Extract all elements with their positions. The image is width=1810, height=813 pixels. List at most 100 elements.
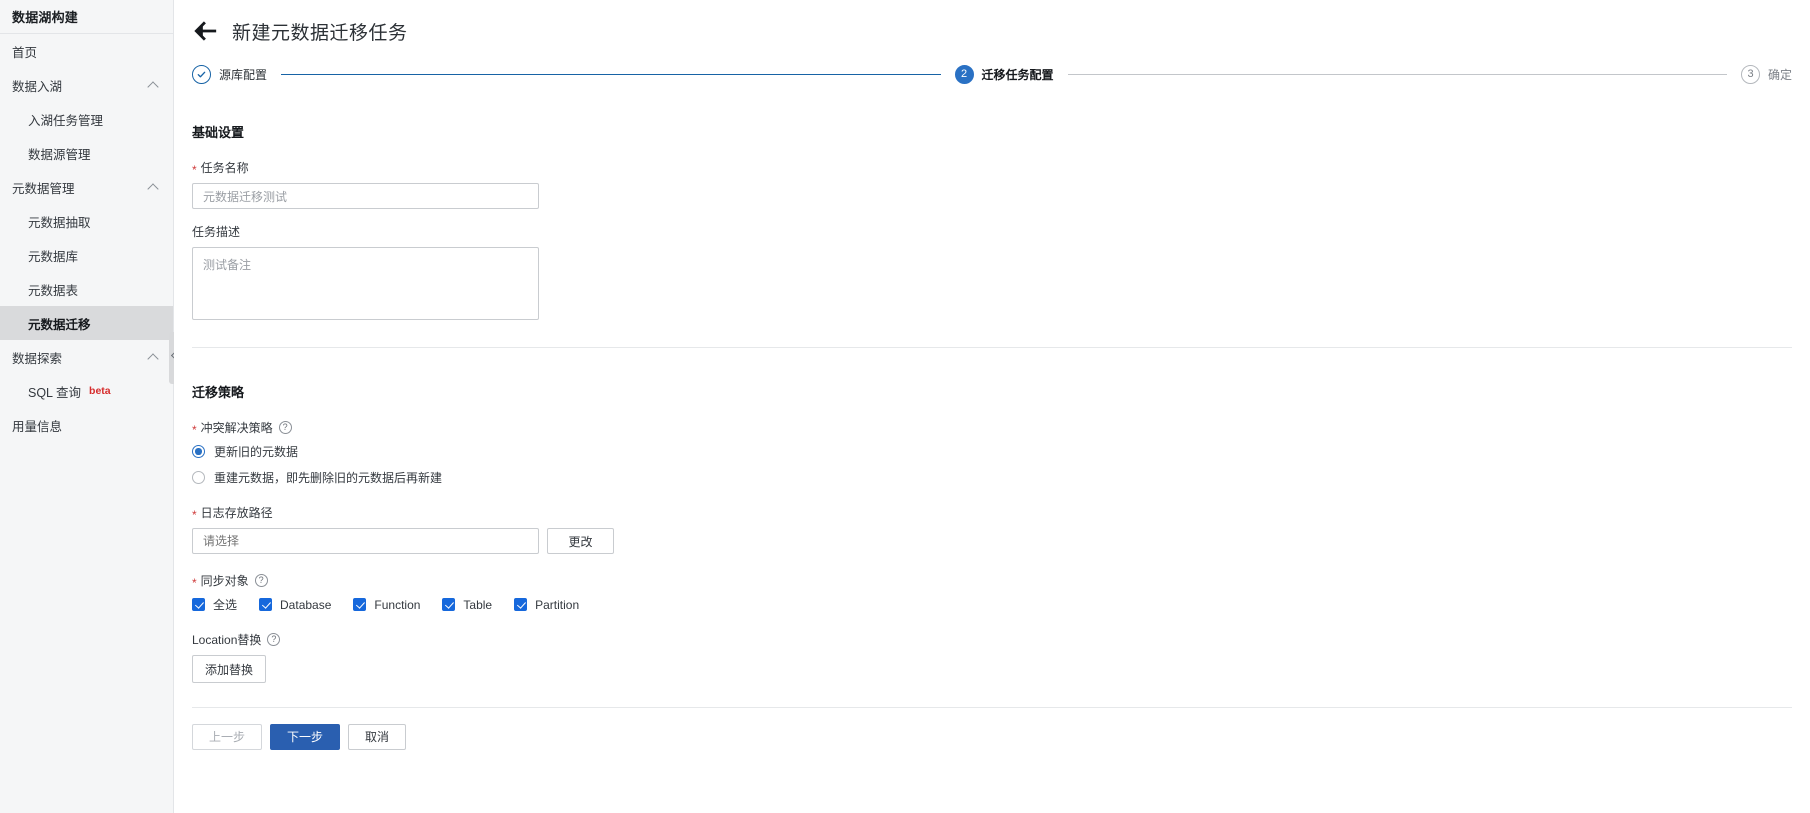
log-path-change-button[interactable]: 更改 (547, 528, 614, 554)
step-2-circle: 2 (954, 64, 974, 84)
step-3-circle: 3 (1741, 64, 1760, 84)
sidebar-item-sql-query[interactable]: SQL 查询 beta (0, 374, 173, 408)
field-label-task-name: * 任务名称 (192, 159, 1792, 176)
sidebar-item-metadata-table[interactable]: 元数据表 (0, 272, 173, 306)
sidebar-item-label: 入湖任务管理 (28, 113, 104, 128)
required-star-icon: * (192, 422, 197, 437)
checkbox-partition[interactable]: Partition (514, 598, 579, 612)
app-root: 数据湖构建 首页 数据入湖 入湖任务管理 数据源管理 元数据管理 元数据抽取 元… (0, 0, 1810, 813)
checkbox-select-all[interactable]: 全选 (192, 596, 237, 613)
required-star-icon: * (192, 507, 197, 522)
sidebar-group-data-ingest[interactable]: 数据入湖 (0, 68, 173, 102)
sidebar-brand: 数据湖构建 (12, 10, 79, 25)
step-connector-1 (281, 73, 941, 75)
radio-label: 重建元数据，即先删除旧的元数据后再新建 (214, 471, 443, 485)
sync-objects-checkbox-group: 全选 Database Function Table Partition (192, 596, 1792, 613)
main-content: 新建元数据迁移任务 源库配置 2 迁移任务配置 3 确定 基础设置 * 任务名称… (174, 0, 1810, 813)
form-content: 基础设置 * 任务名称 任务描述 迁移策略 * 冲突解决策略 (174, 122, 1810, 683)
field-label-log-path: * 日志存放路径 (192, 504, 1792, 521)
checkbox-label: Function (374, 597, 421, 612)
sidebar-item-label: 元数据抽取 (28, 215, 91, 230)
sidebar-item-label: 首页 (12, 45, 38, 60)
radio-label: 更新旧的元数据 (214, 445, 299, 459)
section-title-strategy: 迁移策略 (192, 385, 245, 400)
page-title: 新建元数据迁移任务 (232, 22, 408, 44)
sidebar-item-ingest-task-mgmt[interactable]: 入湖任务管理 (0, 102, 173, 136)
chevron-up-icon (148, 80, 159, 91)
sidebar-item-home[interactable]: 首页 (0, 34, 173, 68)
radio-icon-unchecked (192, 471, 205, 484)
sidebar-item-label: 用量信息 (12, 419, 63, 434)
checkbox-icon-checked (442, 598, 456, 611)
checkbox-icon-checked (192, 598, 205, 611)
step-3-label: 确定 (1768, 67, 1793, 82)
sidebar: 数据湖构建 首页 数据入湖 入湖任务管理 数据源管理 元数据管理 元数据抽取 元… (0, 0, 177, 813)
field-label-task-desc: 任务描述 (192, 223, 1792, 240)
help-icon[interactable]: ? (254, 574, 268, 587)
checkbox-function[interactable]: Function (353, 598, 420, 612)
sidebar-group-metadata-mgmt[interactable]: 元数据管理 (0, 170, 173, 204)
checkbox-label: 全选 (213, 598, 238, 612)
sidebar-item-label: 元数据迁移 (28, 317, 91, 332)
checkbox-icon-checked (353, 598, 367, 611)
step-1-source-config[interactable]: 源库配置 (192, 64, 268, 84)
sidebar-group-data-explore[interactable]: 数据探索 (0, 340, 173, 374)
checkbox-icon-checked (259, 598, 273, 611)
log-path-row: 更改 (192, 528, 1792, 554)
cancel-button[interactable]: 取消 (348, 724, 407, 750)
field-task-desc: 任务描述 (192, 223, 1792, 325)
sidebar-group-label: 数据入湖 (12, 79, 63, 94)
task-name-input[interactable] (192, 183, 539, 209)
checkbox-table[interactable]: Table (442, 598, 492, 612)
help-icon[interactable]: ? (267, 633, 281, 646)
checkbox-label: Database (280, 597, 332, 612)
label-text: 冲突解决策略 (200, 421, 273, 435)
field-label-sync-objects: * 同步对象 ? (192, 572, 1792, 589)
radio-option-rebuild-metadata[interactable]: 重建元数据，即先删除旧的元数据后再新建 (192, 469, 1792, 486)
sidebar-item-metadata-extract[interactable]: 元数据抽取 (0, 204, 173, 238)
next-step-button[interactable]: 下一步 (270, 724, 341, 750)
checkbox-label: Table (463, 597, 493, 612)
chevron-up-icon (148, 182, 159, 193)
field-task-name: * 任务名称 (192, 159, 1792, 209)
required-star-icon: * (192, 575, 197, 590)
required-star-icon: * (192, 162, 197, 177)
field-label-location-replace: Location替换 ? (192, 631, 1792, 648)
chevron-up-icon (148, 352, 159, 363)
checkbox-database[interactable]: Database (259, 598, 331, 612)
field-label-conflict-strategy: * 冲突解决策略 ? (192, 419, 1792, 436)
sidebar-item-label: 数据源管理 (28, 147, 91, 162)
step-1-label: 源库配置 (219, 67, 268, 82)
sidebar-item-metadata-database[interactable]: 元数据库 (0, 238, 173, 272)
label-text: 日志存放路径 (200, 506, 273, 520)
sidebar-item-datasource-mgmt[interactable]: 数据源管理 (0, 136, 173, 170)
sidebar-item-usage-info[interactable]: 用量信息 (0, 408, 173, 442)
add-replacement-button[interactable]: 添加替换 (192, 655, 267, 683)
label-text: 任务名称 (200, 161, 249, 175)
field-conflict-strategy: * 冲突解决策略 ? 更新旧的元数据 重建元数据，即先删除旧的元数据后再新建 (192, 419, 1792, 486)
sidebar-item-metadata-migration[interactable]: 元数据迁移 (0, 306, 173, 340)
label-text: 任务描述 (192, 225, 241, 239)
radio-option-update-old-metadata[interactable]: 更新旧的元数据 (192, 443, 1792, 460)
sidebar-group-label: 元数据管理 (12, 181, 75, 196)
field-log-path: * 日志存放路径 更改 (192, 504, 1792, 554)
help-icon[interactable]: ? (278, 421, 292, 434)
checkbox-label: Partition (535, 597, 580, 612)
log-path-input[interactable] (192, 528, 539, 554)
step-3-confirm[interactable]: 3 确定 (1741, 64, 1793, 84)
field-location-replace: Location替换 ? 添加替换 (192, 631, 1792, 683)
beta-badge: beta (89, 384, 111, 397)
step-indicator: 源库配置 2 迁移任务配置 3 确定 (192, 60, 1792, 88)
back-arrow-icon[interactable] (192, 18, 218, 44)
step-2-migration-config[interactable]: 2 迁移任务配置 (954, 64, 1054, 84)
checkbox-icon-checked (514, 598, 528, 611)
field-sync-objects: * 同步对象 ? 全选 Database Function Table Part… (192, 572, 1792, 613)
previous-step-button[interactable]: 上一步 (192, 724, 263, 750)
sidebar-item-label: 元数据库 (28, 249, 79, 264)
sidebar-group-label: 数据探索 (12, 351, 63, 366)
section-divider (192, 347, 1792, 348)
task-description-textarea[interactable] (192, 247, 539, 320)
page-header: 新建元数据迁移任务 (174, 0, 1810, 50)
sidebar-item-label: 元数据表 (28, 283, 79, 298)
check-icon (197, 71, 206, 77)
